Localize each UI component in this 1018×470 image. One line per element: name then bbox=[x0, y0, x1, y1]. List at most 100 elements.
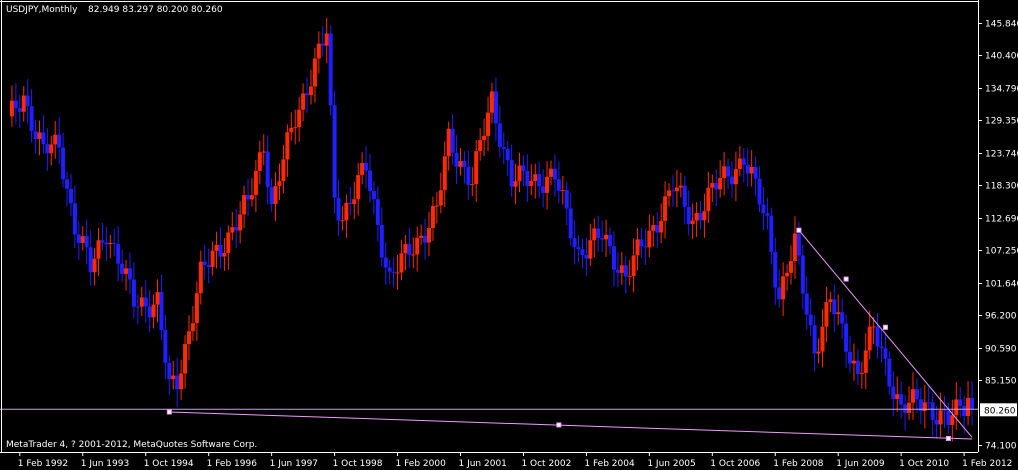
candle-body bbox=[678, 185, 683, 188]
x-tick-label: 1 Jun 2005 bbox=[647, 459, 695, 469]
candle-body bbox=[399, 253, 404, 273]
candle-body bbox=[635, 239, 640, 256]
candle-body bbox=[855, 360, 860, 375]
trendline-anchor-point[interactable] bbox=[556, 422, 562, 428]
candle-body bbox=[100, 240, 105, 243]
candle-body bbox=[167, 362, 172, 380]
x-tick-label: 1 Feb 1996 bbox=[207, 459, 258, 469]
x-tick-label: 1 Oct 1994 bbox=[144, 459, 194, 469]
candle-body bbox=[403, 243, 408, 254]
candle-body bbox=[175, 375, 180, 390]
trendline-anchor-point[interactable] bbox=[882, 324, 888, 330]
candle-body bbox=[690, 220, 695, 225]
candle-body bbox=[312, 58, 317, 87]
candle-body bbox=[907, 402, 912, 413]
candle-body bbox=[308, 86, 313, 96]
trendline-anchor-point[interactable] bbox=[166, 409, 172, 415]
candle-body bbox=[269, 187, 274, 205]
candle-body bbox=[202, 261, 207, 265]
candle-body bbox=[611, 246, 616, 270]
candle-body bbox=[970, 397, 974, 410]
trendline-anchor-point[interactable] bbox=[796, 227, 802, 233]
candle-body bbox=[552, 168, 557, 180]
trendline-anchor-point[interactable] bbox=[843, 276, 849, 282]
candle-body bbox=[454, 152, 459, 167]
candle-body bbox=[427, 228, 432, 243]
candle-body bbox=[545, 176, 550, 193]
candle-body bbox=[804, 293, 809, 315]
candle-body bbox=[942, 410, 947, 412]
candle-body bbox=[765, 213, 770, 216]
candle-body bbox=[336, 197, 341, 221]
candle-body bbox=[887, 358, 892, 387]
candlestick-chart[interactable]: 145.840 140.400 134.790 129.350 123.740 118.3… bbox=[0, 0, 1018, 470]
candle-body bbox=[659, 220, 664, 233]
candle-body bbox=[773, 251, 778, 288]
candle-body bbox=[462, 161, 467, 167]
candle-body bbox=[761, 204, 766, 214]
candle-body bbox=[375, 199, 380, 225]
candle-body bbox=[104, 242, 109, 245]
candle-body bbox=[580, 249, 585, 256]
candle-body bbox=[564, 190, 569, 209]
candle-body bbox=[391, 271, 396, 273]
candle-body bbox=[694, 212, 699, 221]
candle-body bbox=[222, 253, 227, 257]
candle-body bbox=[777, 287, 782, 300]
candle-body bbox=[785, 272, 790, 277]
candle-body bbox=[592, 228, 597, 241]
candle-body bbox=[478, 140, 483, 152]
candle-body bbox=[80, 236, 85, 243]
candle-body bbox=[72, 203, 77, 235]
candle-body bbox=[670, 190, 675, 192]
candle-body bbox=[194, 293, 199, 324]
candle-body bbox=[293, 127, 298, 129]
candle-body bbox=[332, 105, 337, 198]
candle-body bbox=[470, 184, 475, 186]
candle-body bbox=[17, 108, 22, 112]
candle-body bbox=[340, 220, 345, 222]
candle-body bbox=[651, 225, 656, 231]
candle-body bbox=[316, 43, 321, 59]
candle-body bbox=[840, 312, 845, 324]
candle-body bbox=[242, 195, 247, 215]
candle-body bbox=[749, 166, 754, 174]
candle-body bbox=[489, 91, 494, 113]
current-price-tag: 80.260 bbox=[980, 403, 1017, 417]
y-tick-label: 118.300 bbox=[985, 182, 1018, 192]
plot-background bbox=[0, 0, 1018, 470]
candle-body bbox=[486, 112, 491, 136]
candle-body bbox=[501, 146, 506, 149]
candle-body bbox=[584, 255, 589, 259]
candle-body bbox=[682, 185, 687, 207]
candle-body bbox=[576, 247, 581, 250]
y-tick-label: 134.790 bbox=[985, 85, 1018, 95]
candle-body bbox=[171, 375, 176, 380]
candle-body bbox=[423, 235, 428, 243]
candle-body bbox=[411, 254, 416, 256]
candle-body bbox=[198, 261, 203, 294]
candle-body bbox=[364, 162, 369, 171]
x-tick-label: 1 Oct 1998 bbox=[333, 459, 383, 469]
candle-body bbox=[446, 128, 451, 157]
candle-body bbox=[686, 206, 691, 225]
candle-body bbox=[183, 344, 188, 374]
candle-body bbox=[281, 159, 286, 182]
candle-body bbox=[966, 397, 971, 417]
candle-body bbox=[120, 263, 125, 274]
candle-body bbox=[820, 326, 825, 352]
candle-body bbox=[792, 233, 797, 262]
candle-body bbox=[851, 360, 856, 364]
chart-window[interactable]: 145.840 140.400 134.790 129.350 123.740 118.3… bbox=[0, 0, 1018, 470]
candle-body bbox=[891, 386, 896, 400]
candle-body bbox=[726, 166, 731, 177]
trendline-anchor-point[interactable] bbox=[945, 435, 951, 441]
candle-body bbox=[419, 235, 424, 238]
candle-body bbox=[371, 191, 376, 200]
y-tick-label: 85.150 bbox=[985, 377, 1017, 387]
candle-body bbox=[33, 131, 38, 139]
candle-body bbox=[238, 214, 243, 231]
candle-body bbox=[430, 206, 435, 229]
x-tick-label: 1 Feb 2000 bbox=[396, 459, 447, 469]
candle-body bbox=[265, 151, 270, 188]
